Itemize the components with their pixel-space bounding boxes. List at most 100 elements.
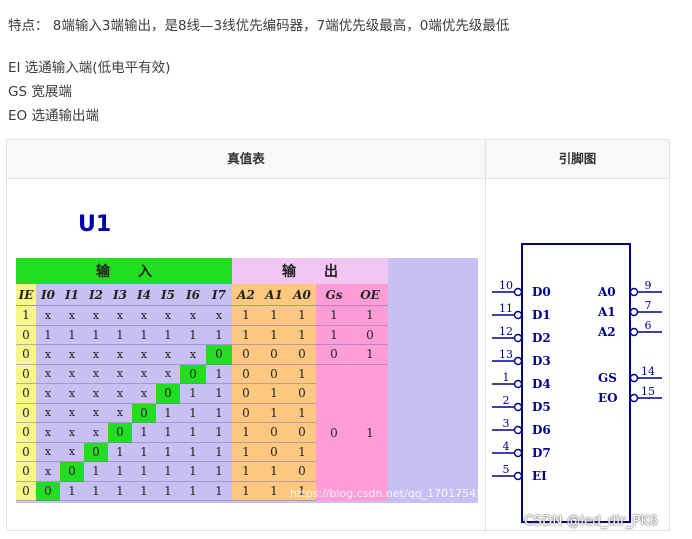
table-cell: 1 xyxy=(132,443,156,462)
table-cell: 1 xyxy=(260,462,288,482)
column-header: A0 xyxy=(288,284,316,306)
pin-bubble xyxy=(513,356,523,366)
table-cell: 1 xyxy=(206,443,232,462)
table-cell: 1 xyxy=(232,462,260,482)
table-cell: 0 xyxy=(36,481,60,501)
table-cell: 1 xyxy=(180,462,206,482)
table-cell: 0 xyxy=(16,384,36,404)
table-cell: 0 xyxy=(180,364,206,384)
table-cell: 1 xyxy=(352,345,388,365)
table-cell: x xyxy=(108,404,132,423)
table-cell: 1 xyxy=(232,423,260,443)
table-cell: 0 xyxy=(156,384,180,404)
table-cell: x xyxy=(156,306,180,326)
table-cell: 0 xyxy=(16,423,36,443)
table-cell: 1 xyxy=(156,404,180,423)
pin-label: D6 xyxy=(532,423,551,437)
table-cell: x xyxy=(156,365,180,384)
table-cell: x xyxy=(60,404,84,423)
pin-bubble xyxy=(513,402,523,412)
table-cell: 1 xyxy=(156,423,180,443)
table-cell: x xyxy=(36,345,60,365)
pin-number: 10 xyxy=(499,279,513,292)
pin-number: 13 xyxy=(499,348,513,361)
table-cell: x xyxy=(60,384,84,404)
column-header: I0 xyxy=(36,284,60,306)
pin-label: A2 xyxy=(597,325,616,339)
features-text: 特点： 8端输入3端输出，是8线—3线优先编码器，7端优先级最高，0端优先级最低 xyxy=(8,18,510,34)
table-cell: x xyxy=(36,423,60,443)
pin-label: A1 xyxy=(597,305,616,319)
table-cell: x xyxy=(132,384,156,404)
table-cell: x xyxy=(36,384,60,404)
table-cell: x xyxy=(108,365,132,384)
column-header: Gs xyxy=(316,284,352,306)
pin-number: 3 xyxy=(503,417,510,430)
table-cell: 1 xyxy=(16,306,36,326)
pin-bubble xyxy=(513,287,523,297)
table-cell: 1 xyxy=(288,306,316,326)
pin-bubble xyxy=(629,393,639,403)
table-cell: 0 xyxy=(232,345,260,365)
table-cell: 0 xyxy=(288,462,316,482)
pin-bubble xyxy=(513,471,523,481)
pin-number: 15 xyxy=(641,385,655,398)
column-header: I1 xyxy=(60,284,84,306)
table-cell: 1 xyxy=(288,443,316,462)
column-header: I4 xyxy=(132,284,156,306)
table-cell: x xyxy=(84,345,108,365)
table-cell: 0 xyxy=(16,481,36,501)
table-cell: 0 xyxy=(232,384,260,404)
eo-description: EO 选通输出端 xyxy=(8,108,99,124)
table-cell: 1 xyxy=(84,462,108,482)
table-cell: 1 xyxy=(156,326,180,345)
pin-bubble xyxy=(629,327,639,337)
table-cell: 1 xyxy=(180,384,206,404)
pin-number: 1 xyxy=(503,371,510,384)
table-cell: 0 xyxy=(60,462,84,482)
table-cell: x xyxy=(84,365,108,384)
table-cell: 1 xyxy=(132,482,156,501)
table-cell: x xyxy=(60,423,84,443)
group-header-input: 输 入 xyxy=(16,258,232,284)
pin-number: 7 xyxy=(645,299,652,312)
table-cell: x xyxy=(36,443,60,462)
table-cell: 1 xyxy=(108,482,132,501)
table-cell: x xyxy=(60,365,84,384)
table-cell: 0 xyxy=(16,403,36,423)
table-cell: x xyxy=(36,462,60,482)
column-header: I2 xyxy=(84,284,108,306)
table-cell: x xyxy=(36,306,60,326)
table-cell: 1 xyxy=(180,482,206,501)
table-cell: 1 xyxy=(206,384,232,404)
table-cell: x xyxy=(84,306,108,326)
column-header: OE xyxy=(352,284,388,306)
chip-title: U1 xyxy=(78,212,112,237)
table-cell: 1 xyxy=(260,306,288,326)
table-cell: x xyxy=(132,365,156,384)
table-cell: 1 xyxy=(260,384,288,404)
column-header: A2 xyxy=(232,284,260,306)
column-header: I6 xyxy=(180,284,206,306)
table-cell: 1 xyxy=(180,404,206,423)
image-watermark: https://blog.csdn.net/qq_17017545 xyxy=(290,487,484,500)
table-cell: 0 xyxy=(288,384,316,404)
table-cell: 1 xyxy=(260,404,288,423)
table-cell: 1 xyxy=(108,326,132,345)
csdn-credit: CSDN @led_dir_PK6 xyxy=(524,513,658,529)
table-cell: 1 xyxy=(132,326,156,345)
column-header: I7 xyxy=(206,284,232,306)
pin-bubble xyxy=(629,373,639,383)
pin-number: 2 xyxy=(503,394,510,407)
table-cell: 1 xyxy=(206,326,232,345)
table-cell: x xyxy=(132,306,156,326)
table-cell: 1 xyxy=(232,482,260,501)
table-cell: 0 xyxy=(16,325,36,345)
table-cell: x xyxy=(84,423,108,443)
table-cell: 1 xyxy=(60,326,84,345)
pin-number: 5 xyxy=(503,463,510,476)
table-cell: 1 xyxy=(232,443,260,462)
table-cell: 1 xyxy=(132,462,156,482)
pin-number: 14 xyxy=(641,365,655,378)
table-cell: x xyxy=(36,365,60,384)
